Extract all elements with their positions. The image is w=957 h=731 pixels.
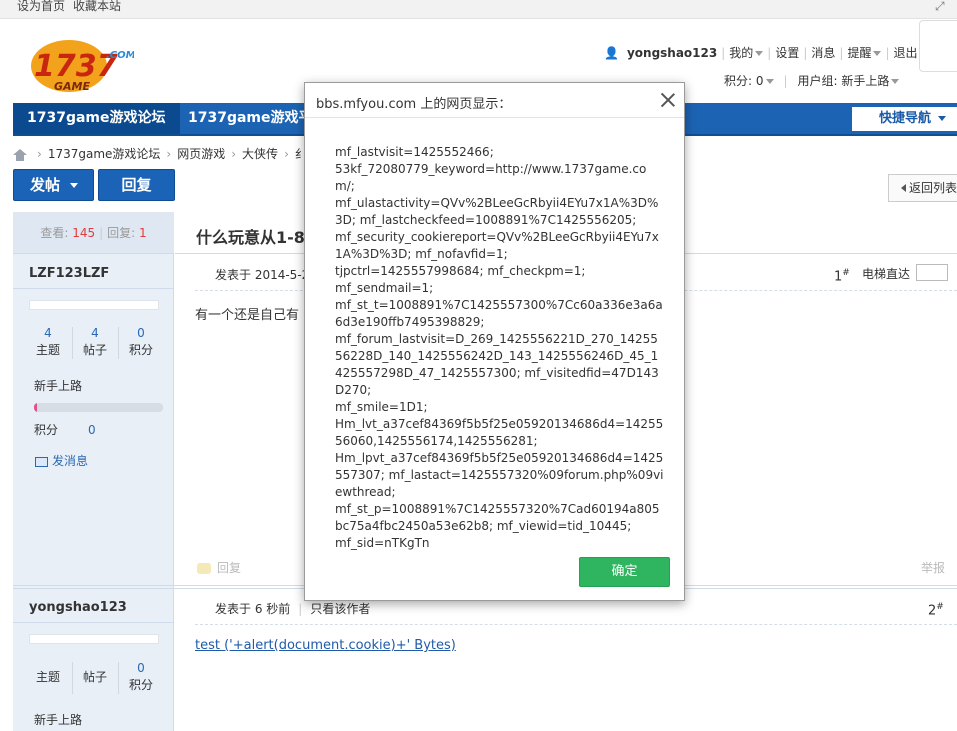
- points-row: 积分 0: [34, 423, 96, 437]
- user-icon: 👤: [604, 46, 619, 60]
- post2-floor: 2#: [928, 602, 944, 619]
- bookmark-link[interactable]: 收藏本站: [73, 0, 121, 13]
- chevron-down-icon: [765, 79, 774, 84]
- post1-body: 有一个还是自己有: [195, 308, 300, 323]
- thread-sidebar: [13, 212, 174, 731]
- view-count: 145: [72, 226, 96, 240]
- alert-dialog: bbs.mfyou.com 上的网页显示： mf_lastvisit=14255…: [304, 82, 685, 601]
- logout-link[interactable]: 退出: [890, 44, 922, 61]
- dialog-header: bbs.mfyou.com 上的网页显示：: [305, 83, 684, 118]
- user-rank[interactable]: 新手上路: [34, 711, 82, 728]
- chevron-left-icon: [901, 184, 906, 192]
- post1-user-counts: 4 主题 4 帖子 0 积分: [25, 325, 165, 361]
- settings-link[interactable]: 设置: [771, 44, 803, 61]
- meta-divider: [195, 624, 957, 625]
- topics-count[interactable]: 主题: [25, 660, 71, 686]
- chevron-down-icon: [891, 79, 900, 84]
- dialog-title: bbs.mfyou.com 上的网页显示：: [316, 97, 512, 112]
- breadcrumb-daxiazhuan[interactable]: 大侠传: [242, 147, 278, 161]
- thread-stats: 查看: 145 | 回复: 1: [13, 212, 174, 254]
- post2-body-link[interactable]: test ('+alert(document.cookie)+' Bytes): [195, 638, 456, 653]
- user-menu: 👤 yongshao123 | 我的 | 设置 | 消息 | 提醒 | 退出: [600, 44, 922, 60]
- author-divider: [13, 622, 174, 623]
- fullscreen-icon[interactable]: ⤢: [935, 0, 949, 12]
- username-link[interactable]: yongshao123: [623, 46, 721, 60]
- points-menu[interactable]: 积分: 0: [720, 72, 778, 89]
- chevron-down-icon: [937, 116, 946, 121]
- new-post-button[interactable]: 发帖: [13, 169, 94, 201]
- user-info-row: 积分: 0 | 用户组: 新手上路: [720, 72, 903, 89]
- elevator-input[interactable]: [916, 264, 948, 281]
- author-divider: [13, 288, 174, 289]
- svg-text:GAME: GAME: [54, 80, 90, 93]
- avatar[interactable]: [29, 300, 159, 310]
- messages-link[interactable]: 消息: [807, 44, 839, 61]
- dialog-message: mf_lastvisit=1425552466; 53kf_72080779_k…: [335, 145, 664, 550]
- top-strip: 设为首页 收藏本站 ⤢: [0, 0, 957, 19]
- breadcrumb-webgames[interactable]: 网页游戏: [177, 147, 225, 161]
- thread-title: 什么玩意从1-8: [196, 228, 305, 247]
- post1-floor: 1#: [834, 268, 850, 285]
- rank-progress-bar: [34, 403, 163, 412]
- post1-reply-link[interactable]: 回复: [197, 559, 241, 576]
- set-home-link[interactable]: 设为首页: [17, 0, 65, 13]
- post1-meta: 发表于 2014-5-2: [215, 268, 310, 282]
- elevator-label: 电梯直达: [862, 267, 911, 281]
- ok-button[interactable]: 确定: [579, 557, 670, 587]
- post2-meta: 发表于 6 秒前 | 只看该作者: [215, 602, 371, 616]
- home-icon[interactable]: [13, 148, 27, 161]
- close-icon[interactable]: [660, 92, 676, 108]
- points-count[interactable]: 0 积分: [118, 660, 164, 694]
- top-links: 设为首页 收藏本站: [17, 0, 129, 12]
- only-author-link[interactable]: 只看该作者: [310, 602, 370, 616]
- nav-item-forum[interactable]: 1737game游戏论坛: [13, 103, 180, 134]
- posts-count[interactable]: 帖子: [72, 660, 118, 686]
- post2-author[interactable]: yongshao123: [29, 600, 127, 615]
- mail-icon: [35, 456, 48, 467]
- chevron-down-icon: [70, 183, 79, 188]
- reply-icon: [197, 563, 211, 574]
- post1-author[interactable]: LZF123LZF: [29, 266, 109, 281]
- posts-count[interactable]: 4 帖子: [72, 325, 118, 359]
- topics-count[interactable]: 4 主题: [25, 325, 71, 359]
- svg-text:.COM: .COM: [106, 50, 134, 61]
- post1-report-link[interactable]: 举报: [921, 559, 945, 576]
- quick-nav-button[interactable]: 快捷导航: [852, 107, 957, 131]
- send-message-link[interactable]: 发消息: [35, 452, 88, 469]
- reply-button[interactable]: 回复: [98, 169, 175, 201]
- chevron-down-icon: [755, 51, 764, 56]
- avatar[interactable]: [29, 634, 159, 644]
- site-logo[interactable]: 1737 GAME .COM: [24, 28, 134, 98]
- usergroup-menu[interactable]: 用户组: 新手上路: [794, 72, 904, 89]
- post2-body: test ('+alert(document.cookie)+' Bytes): [195, 638, 456, 653]
- breadcrumb-forum[interactable]: 1737game游戏论坛: [48, 147, 161, 161]
- chevron-down-icon: [873, 51, 882, 56]
- reminders-menu[interactable]: 提醒: [843, 44, 885, 61]
- back-to-list-button[interactable]: 返回列表: [888, 174, 957, 202]
- my-menu[interactable]: 我的: [725, 44, 767, 61]
- rank-progress-fill: [34, 403, 37, 412]
- user-rank[interactable]: 新手上路: [34, 377, 82, 394]
- points-count[interactable]: 0 积分: [118, 325, 164, 359]
- breadcrumb: › 1737game游戏论坛 › 网页游戏 › 大侠传 › 纟: [13, 145, 307, 161]
- side-widget[interactable]: [919, 20, 957, 72]
- post2-user-counts: 主题 帖子 0 积分: [25, 660, 165, 696]
- reply-count: 1: [139, 226, 147, 240]
